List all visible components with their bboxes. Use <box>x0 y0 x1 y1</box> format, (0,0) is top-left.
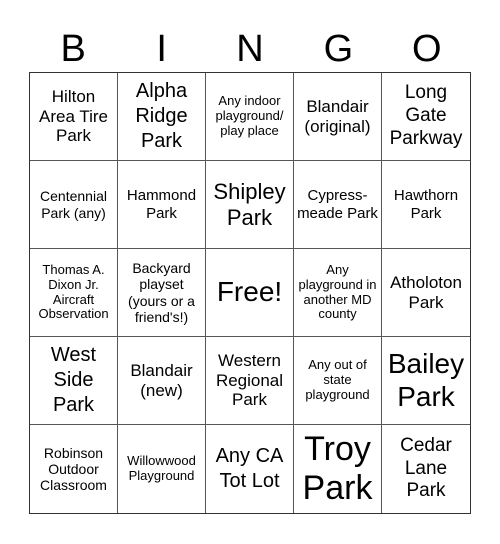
bingo-cell[interactable]: Cedar Lane Park <box>382 425 470 513</box>
free-cell[interactable]: Free! <box>206 249 294 337</box>
bingo-cell[interactable]: Any indoor playground/ play place <box>206 73 294 161</box>
bingo-header: B I N G O <box>29 26 471 72</box>
bingo-cell[interactable]: Centennial Park (any) <box>30 161 118 249</box>
bingo-cell[interactable]: Willowwood Playground <box>118 425 206 513</box>
bingo-cell[interactable]: Backyard playset (yours or a friend's!) <box>118 249 206 337</box>
bingo-cell[interactable]: Blandair (original) <box>294 73 382 161</box>
bingo-cell[interactable]: Cypress-meade Park <box>294 161 382 249</box>
bingo-cell[interactable]: Any out of state playground <box>294 337 382 425</box>
bingo-cell[interactable]: Bailey Park <box>382 337 470 425</box>
header-letter-i: I <box>156 28 167 70</box>
bingo-cell[interactable]: Alpha Ridge Park <box>118 73 206 161</box>
bingo-cell[interactable]: Any CA Tot Lot <box>206 425 294 513</box>
bingo-grid: Hilton Area Tire Park Alpha Ridge Park A… <box>29 72 471 514</box>
bingo-cell[interactable]: Shipley Park <box>206 161 294 249</box>
bingo-cell[interactable]: Western Regional Park <box>206 337 294 425</box>
bingo-cell[interactable]: Any playground in another MD county <box>294 249 382 337</box>
bingo-cell[interactable]: Robinson Outdoor Classroom <box>30 425 118 513</box>
bingo-cell[interactable]: Hawthorn Park <box>382 161 470 249</box>
bingo-cell[interactable]: Atholoton Park <box>382 249 470 337</box>
header-letter-n: N <box>236 28 264 70</box>
header-letter-o: O <box>412 28 442 70</box>
header-letter-g: G <box>323 28 354 70</box>
bingo-cell[interactable]: Long Gate Parkway <box>382 73 470 161</box>
bingo-cell[interactable]: Hammond Park <box>118 161 206 249</box>
bingo-cell[interactable]: Thomas A. Dixon Jr. Aircraft Observation <box>30 249 118 337</box>
header-letter-b: B <box>60 28 86 70</box>
bingo-cell[interactable]: Blandair (new) <box>118 337 206 425</box>
bingo-cell[interactable]: Troy Park <box>294 425 382 513</box>
bingo-cell[interactable]: West Side Park <box>30 337 118 425</box>
bingo-cell[interactable]: Hilton Area Tire Park <box>30 73 118 161</box>
